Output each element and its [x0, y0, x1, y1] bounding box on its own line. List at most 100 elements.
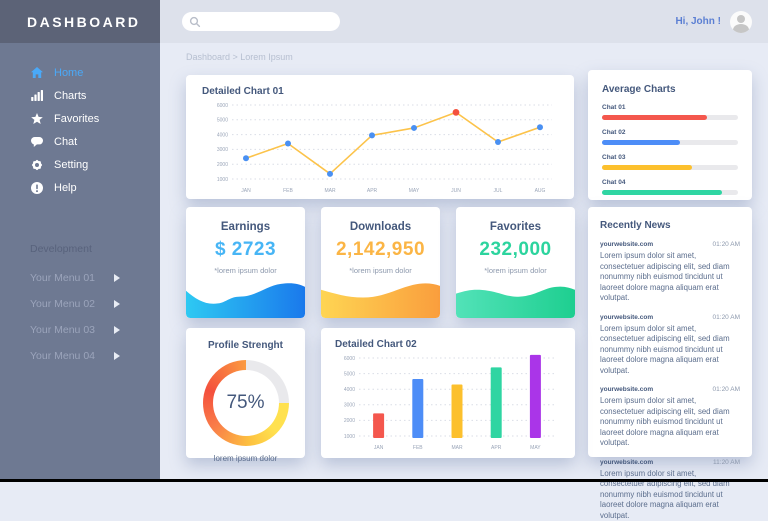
news-item[interactable]: yourwebsite.com11:20 AMLorem ipsum dolor…: [600, 459, 740, 521]
help-icon: [30, 181, 43, 194]
sidebar-item-label: Home: [54, 67, 83, 79]
y-tick-label: 1000: [344, 434, 355, 440]
panel-title: Recently News: [600, 220, 740, 231]
data-point: [537, 124, 543, 130]
x-tick-label: APR: [367, 188, 378, 194]
news-body: Lorem ipsum dolor sit amet, consectetuer…: [600, 396, 740, 449]
bar: [452, 385, 463, 438]
sidebar-item-label: Favorites: [54, 113, 99, 125]
donut-chart: 75%: [203, 360, 289, 446]
sidebar-item-help[interactable]: Help: [0, 176, 160, 199]
app-title: DASHBOARD: [27, 14, 141, 30]
x-tick-label: MAR: [324, 188, 336, 194]
news-item-header: yourwebsite.com 01:20 AM: [600, 386, 740, 393]
y-tick-label: 1000: [217, 177, 228, 183]
search-box[interactable]: [182, 12, 340, 31]
y-tick-label: 6000: [344, 356, 355, 362]
news-timestamp: 01:20 AM: [713, 314, 740, 321]
avg-bar-fill: [602, 165, 692, 170]
submenu-label: Your Menu 02: [30, 298, 95, 310]
gear-icon: [30, 158, 43, 171]
dashboard-app: DASHBOARD Home Charts Favorites: [0, 0, 768, 482]
x-tick-label: JAN: [241, 188, 251, 194]
avg-bar-track: [602, 115, 738, 120]
area-chart: [456, 281, 575, 318]
news-body: Lorem ipsum dolor sit amet, consectetuer…: [600, 469, 740, 521]
avg-bar-row: Chat 04: [602, 179, 738, 195]
sidebar-item-label: Help: [54, 182, 77, 194]
news-item[interactable]: yourwebsite.com 01:20 AM Lorem ipsum dolor…: [600, 386, 740, 449]
chart-title: Detailed Chart 02: [335, 339, 561, 350]
sidebar-item-home[interactable]: Home: [0, 61, 160, 84]
stat-note: *lorem ipsum dolor: [186, 266, 305, 275]
avg-bar-row: Chat 03: [602, 154, 738, 170]
favorites-card: Favorites 232,000 *lorem ipsum dolor: [456, 207, 575, 318]
y-tick-label: 4000: [217, 132, 228, 138]
stat-title: Earnings: [186, 221, 305, 233]
y-tick-label: 3000: [344, 403, 355, 409]
y-tick-label: 3000: [217, 147, 228, 153]
news-source: yourwebsite.com: [600, 314, 653, 321]
x-tick-label: MAR: [451, 445, 463, 451]
stat-note: *lorem ipsum dolor: [456, 266, 575, 275]
sidebar: DASHBOARD Home Charts Favorites: [0, 0, 160, 482]
news-item[interactable]: yourwebsite.com01:20 AMLorem ipsum dolor…: [600, 241, 740, 304]
sidebar-item-favorites[interactable]: Favorites: [0, 107, 160, 130]
sidebar-item-your-menu-02[interactable]: Your Menu 02: [0, 291, 160, 317]
data-point: [327, 171, 333, 177]
avg-bar-fill: [602, 115, 707, 120]
star-icon: [30, 112, 43, 125]
sidebar-item-charts[interactable]: Charts: [0, 84, 160, 107]
chat-bubble-icon: [30, 135, 43, 148]
sidebar-item-your-menu-01[interactable]: Your Menu 01: [0, 265, 160, 291]
submenu-arrow-icon: [114, 352, 120, 360]
x-tick-label: FEB: [283, 188, 293, 194]
submenu-label: Your Menu 04: [30, 350, 95, 362]
news-source: yourwebsite.com: [600, 386, 653, 393]
sidebar-item-your-menu-03[interactable]: Your Menu 03: [0, 317, 160, 343]
y-tick-label: 5000: [217, 118, 228, 124]
search-input[interactable]: [206, 17, 326, 27]
y-tick-label: 6000: [217, 103, 228, 109]
avg-bar-label: Chat 04: [602, 179, 738, 186]
bar: [530, 355, 541, 438]
sidebar-item-label: Charts: [54, 90, 86, 102]
bar: [491, 367, 502, 438]
news-source: yourwebsite.com: [600, 459, 653, 466]
area-chart: [321, 281, 440, 318]
y-tick-label: 2000: [344, 418, 355, 424]
news-item-header: yourwebsite.com 01:20 AM: [600, 241, 740, 248]
stat-value: 232,000: [456, 239, 575, 261]
sidebar-section-label: Development: [30, 243, 160, 255]
data-point: [243, 155, 249, 161]
news-item[interactable]: yourwebsite.com01:20 AMLorem ipsum dolor…: [600, 314, 740, 377]
x-tick-label: FEB: [413, 445, 423, 451]
data-point: [369, 132, 375, 138]
x-tick-label: MAY: [409, 188, 420, 194]
y-tick-label: 5000: [344, 371, 355, 377]
donut-caption: lorem ipsum dolor: [186, 454, 305, 463]
news-timestamp: 01:20 AM: [713, 241, 740, 248]
avg-bar-row: Chat 01: [602, 104, 738, 120]
stat-value: $ 2723: [186, 239, 305, 261]
stat-value: 2,142,950: [321, 239, 440, 261]
user-avatar-icon[interactable]: [730, 11, 752, 33]
x-tick-label: JAN: [374, 445, 384, 451]
news-source: yourwebsite.com: [600, 241, 653, 248]
detailed-chart-01-card: Detailed Chart 01 6000500040003000200010…: [186, 75, 574, 199]
x-tick-label: JUN: [451, 188, 461, 194]
profile-strength-card: Profile Strenght 75% lorem ipsum dolor: [186, 328, 305, 458]
avg-bar-fill: [602, 190, 722, 195]
y-tick-label: 2000: [217, 162, 228, 168]
sidebar-item-label: Chat: [54, 136, 77, 148]
sidebar-item-label: Setting: [54, 159, 88, 171]
sidebar-item-your-menu-04[interactable]: Your Menu 04: [0, 343, 160, 369]
sidebar-item-chat[interactable]: Chat: [0, 130, 160, 153]
x-tick-label: MAY: [530, 445, 541, 451]
submenu-label: Your Menu 03: [30, 324, 95, 336]
downloads-card: Downloads 2,142,950 *lorem ipsum dolor: [321, 207, 440, 318]
news-timestamp: 01:20 AM: [713, 386, 740, 393]
avg-bar-label: Chat 02: [602, 129, 738, 136]
sidebar-item-setting[interactable]: Setting: [0, 153, 160, 176]
bar: [412, 379, 423, 438]
